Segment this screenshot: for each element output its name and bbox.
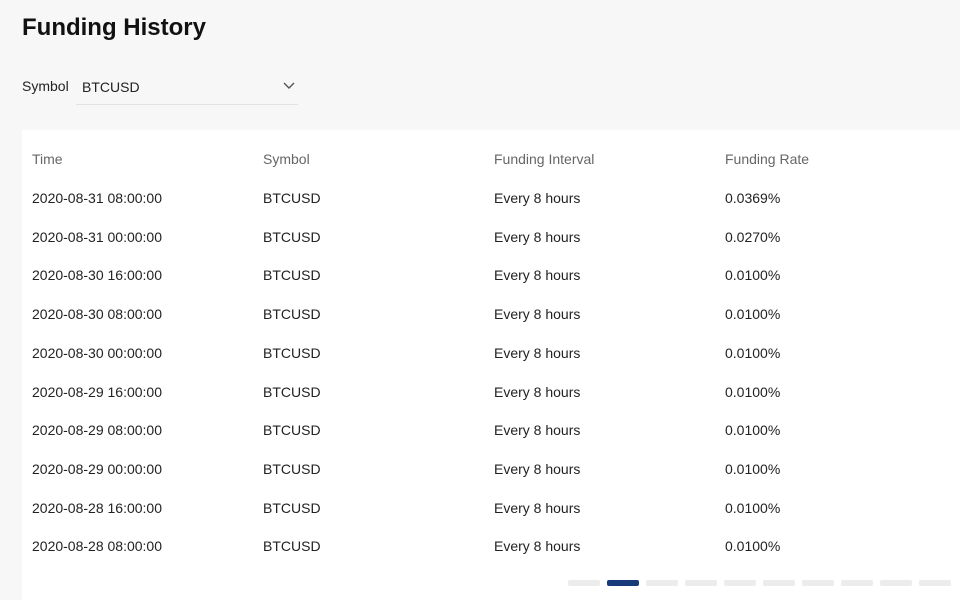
page-button[interactable]: [880, 580, 912, 586]
cell-funding-interval: Every 8 hours: [494, 422, 581, 439]
table-row: 2020-08-29 16:00:00 BTCUSD Every 8 hours 0.…: [22, 384, 960, 422]
cell-symbol: BTCUSD: [263, 344, 321, 361]
table-row: 2020-08-30 16:00:00 BTCUSD Every 8 hours 0.…: [22, 267, 960, 305]
cell-funding-rate: 0.0100%: [725, 422, 781, 439]
table-row: 2020-08-31 00:00:00 BTCUSD Every 8 hours 0.…: [22, 229, 960, 267]
cell-funding-interval: Every 8 hours: [494, 538, 581, 555]
cell-funding-rate: 0.0100%: [725, 344, 781, 361]
cell-funding-rate: 0.0100%: [725, 538, 781, 555]
cell-funding-rate: 0.0100%: [725, 499, 781, 516]
symbol-select[interactable]: BTCUSD: [76, 70, 298, 105]
cell-funding-rate: 0.0369%: [725, 190, 781, 206]
header-time: Time: [32, 151, 63, 167]
cell-symbol: BTCUSD: [263, 267, 321, 284]
cell-symbol: BTCUSD: [263, 228, 321, 245]
header-funding-interval: Funding Interval: [494, 151, 595, 167]
cell-funding-rate: 0.0100%: [725, 460, 781, 477]
page-button[interactable]: [763, 580, 795, 586]
symbol-select-value: BTCUSD: [82, 79, 140, 95]
page-button[interactable]: [607, 580, 639, 586]
cell-time: 2020-08-30 08:00:00: [32, 306, 162, 323]
cell-funding-interval: Every 8 hours: [494, 190, 581, 206]
table-row: 2020-08-28 16:00:00 BTCUSD Every 8 hours 0.…: [22, 500, 960, 538]
cell-symbol: BTCUSD: [263, 383, 321, 400]
cell-funding-interval: Every 8 hours: [494, 306, 581, 323]
cell-symbol: BTCUSD: [263, 538, 321, 555]
cell-funding-interval: Every 8 hours: [494, 383, 581, 400]
cell-funding-interval: Every 8 hours: [494, 267, 581, 284]
chevron-down-icon: [283, 82, 295, 89]
cell-time: 2020-08-31 08:00:00: [32, 190, 162, 206]
cell-time: 2020-08-29 16:00:00: [32, 383, 162, 400]
header-funding-rate: Funding Rate: [725, 151, 810, 167]
page-button[interactable]: [919, 580, 951, 586]
cell-time: 2020-08-29 08:00:00: [32, 422, 162, 439]
funding-table: Time Symbol Funding Interval Funding Rat…: [22, 130, 960, 600]
cell-time: 2020-08-30 16:00:00: [32, 267, 162, 284]
cell-symbol: BTCUSD: [263, 460, 321, 477]
table-row: 2020-08-29 08:00:00 BTCUSD Every 8 hours 0.…: [22, 422, 960, 460]
page-button[interactable]: [724, 580, 756, 586]
cell-symbol: BTCUSD: [263, 306, 321, 323]
cell-funding-rate: 0.0270%: [725, 228, 781, 245]
cell-time: 2020-08-28 16:00:00: [32, 499, 162, 516]
cell-funding-rate: 0.0100%: [725, 267, 781, 284]
table-row: 2020-08-28 08:00:00 BTCUSD Every 8 hours 0.…: [22, 538, 960, 576]
cell-symbol: BTCUSD: [263, 190, 321, 206]
cell-time: 2020-08-30 00:00:00: [32, 344, 162, 361]
page-title: Funding History: [22, 14, 206, 41]
page-button[interactable]: [646, 580, 678, 586]
page-button[interactable]: [841, 580, 873, 586]
table-header: Time Symbol Funding Interval Funding Rat…: [22, 151, 960, 189]
cell-funding-interval: Every 8 hours: [494, 228, 581, 245]
table-row: 2020-08-31 08:00:00 BTCUSD Every 8 hours 0.…: [22, 190, 960, 228]
page-button[interactable]: [568, 580, 600, 586]
cell-time: 2020-08-29 00:00:00: [32, 460, 162, 477]
cell-time: 2020-08-28 08:00:00: [32, 538, 162, 555]
cell-funding-interval: Every 8 hours: [494, 344, 581, 361]
cell-symbol: BTCUSD: [263, 499, 321, 516]
header-symbol: Symbol: [263, 151, 310, 167]
cell-funding-interval: Every 8 hours: [494, 460, 581, 477]
page-button[interactable]: [685, 580, 717, 586]
cell-funding-rate: 0.0100%: [725, 306, 781, 323]
page-button[interactable]: [802, 580, 834, 586]
table-row: 2020-08-30 08:00:00 BTCUSD Every 8 hours 0.…: [22, 306, 960, 344]
cell-time: 2020-08-31 00:00:00: [32, 228, 162, 245]
symbol-filter-label: Symbol: [22, 78, 69, 94]
table-row: 2020-08-30 00:00:00 BTCUSD Every 8 hours 0.…: [22, 345, 960, 383]
cell-symbol: BTCUSD: [263, 422, 321, 439]
table-row: 2020-08-29 00:00:00 BTCUSD Every 8 hours 0.…: [22, 461, 960, 499]
cell-funding-interval: Every 8 hours: [494, 499, 581, 516]
cell-funding-rate: 0.0100%: [725, 383, 781, 400]
